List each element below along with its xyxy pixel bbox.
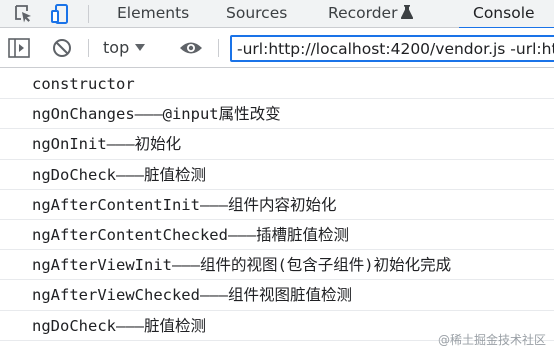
console-message: ngOnInit———初始化 — [0, 129, 554, 160]
filter-input[interactable] — [232, 37, 554, 60]
watermark-text: @稀土掘金技术社区 — [437, 333, 546, 347]
tab-recorder-label: Recorder — [328, 4, 398, 22]
console-message: ngAfterContentChecked———插槽脏值检测 — [0, 220, 554, 251]
clear-console-icon[interactable] — [52, 38, 72, 63]
console-message: ngDoCheck———脏值检测 — [0, 160, 554, 190]
console-message: ngAfterContentInit———组件内容初始化 — [0, 190, 554, 220]
tab-console[interactable]: Console — [459, 0, 554, 29]
toolbar-divider — [218, 39, 219, 57]
console-messages: constructor ngOnChanges———@input属性改变 ngO… — [0, 69, 554, 341]
console-message: ngAfterViewInit———组件的视图(包含子组件)初始化完成 — [0, 250, 554, 281]
console-message: ngOnChanges———@input属性改变 — [0, 99, 554, 130]
device-toggle-icon[interactable] — [50, 3, 72, 25]
context-selector[interactable]: top — [103, 38, 146, 58]
context-selector-label: top — [103, 38, 130, 57]
console-message: ngAfterViewChecked———组件视图脏值检测 — [0, 280, 554, 311]
tabbar-divider — [88, 5, 89, 23]
tab-recorder[interactable]: Recorder — [328, 0, 414, 28]
flask-icon — [401, 1, 414, 28]
devtools-tabbar: Elements Sources Recorder Console — [0, 0, 554, 29]
tab-elements[interactable]: Elements — [117, 0, 189, 28]
eye-icon[interactable] — [179, 40, 203, 61]
cursor-inspect-icon[interactable] — [12, 3, 34, 25]
console-message: constructor — [0, 69, 554, 100]
filter-field[interactable] — [230, 35, 554, 62]
chevron-down-icon — [135, 44, 146, 51]
console-toolbar: top — [0, 28, 554, 68]
tab-sources[interactable]: Sources — [226, 0, 287, 28]
toolbar-divider — [88, 39, 89, 57]
sidebar-toggle-icon[interactable] — [8, 38, 30, 63]
